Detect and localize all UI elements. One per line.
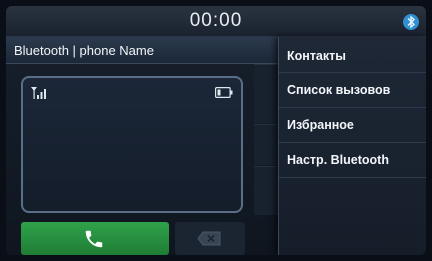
menu-item-contacts[interactable]: Контакты (279, 37, 426, 73)
options-menu: Контакты Список вызовов Избранное Настр.… (278, 37, 426, 255)
phone-status-panel (21, 76, 243, 213)
menu-item-label: Контакты (287, 49, 346, 63)
backspace-icon (197, 231, 221, 246)
menu-item-label: Избранное (287, 118, 354, 132)
menu-item-label: Настр. Bluetooth (287, 153, 389, 167)
delete-button[interactable] (175, 222, 245, 255)
background-list-item (254, 64, 278, 123)
page-title: Bluetooth | phone Name (14, 43, 154, 58)
menu-item-call-history[interactable]: Список вызовов (279, 73, 426, 108)
background-list-item (254, 166, 278, 215)
phone-call-icon (85, 230, 103, 248)
bluetooth-connected-icon (403, 14, 419, 30)
title-bar: Bluetooth | phone Name (6, 37, 278, 64)
menu-item-favorites[interactable]: Избранное (279, 108, 426, 143)
clock: 00:00 (189, 10, 243, 31)
call-button[interactable] (21, 222, 169, 255)
background-list-item (254, 124, 278, 165)
menu-item-bluetooth-settings[interactable]: Настр. Bluetooth (279, 143, 426, 178)
menu-item-label: Список вызовов (287, 83, 391, 97)
status-bar: 00:00 (6, 6, 426, 37)
battery-icon (215, 87, 233, 98)
head-unit-screen: 00:00 Bluetooth | phone Name Контакты Сп… (6, 6, 426, 255)
signal-strength-icon (31, 87, 46, 99)
